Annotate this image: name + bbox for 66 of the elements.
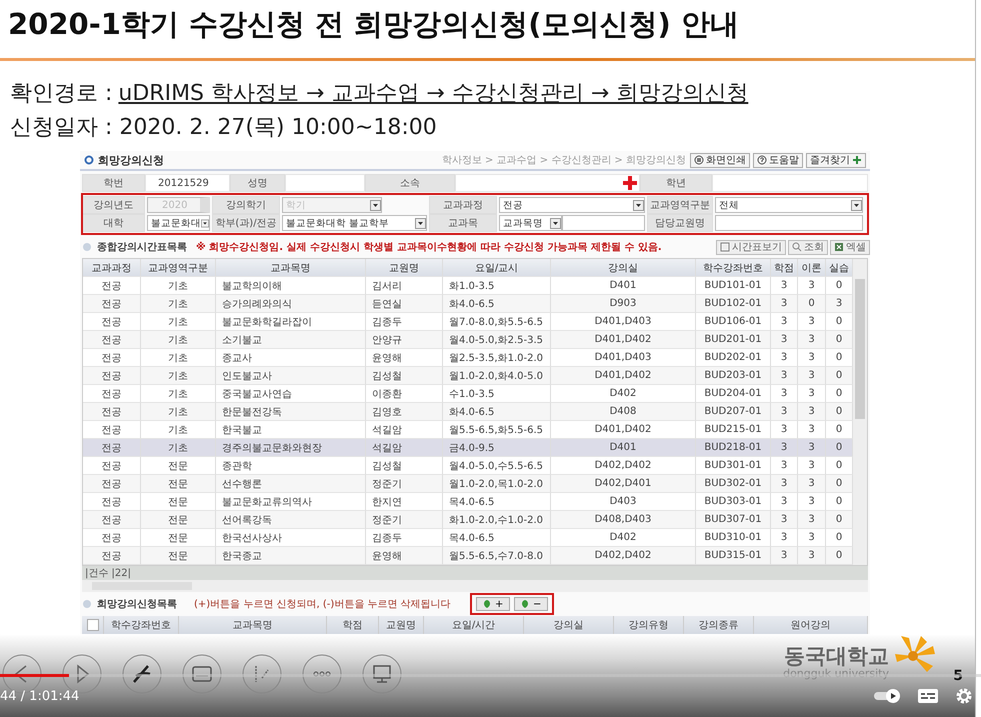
selected-row[interactable]: 전공 기초 경주의불교문화와현장 석길암 금4.0-9.5 D401 BUD218-01 3 3 0 bbox=[83, 439, 853, 457]
toolbar-button[interactable]: 화면인쇄 bbox=[690, 152, 750, 168]
table-row[interactable]: 전공 전문 선어록강독 정준기 화1.0-2.0,수1.0-2.0 D408,D403 BUD307-01 3 3 0 bbox=[83, 511, 853, 529]
table-cell: 월5.5-6.5,수7.0-8.0 bbox=[443, 547, 551, 565]
table-row[interactable]: 전공 기초 한국불교 석길암 월5.5-6.5,화5.5-6.5 D401,D402 BUD215-01 3 3 0 bbox=[83, 421, 853, 439]
table-row[interactable]: 전공 기초 인도불교사 김성철 월1.0-2.0,화4.0-5.0 D401,D402 BUD203-01 3 3 0 bbox=[83, 367, 853, 385]
table-cell: 한국종교 bbox=[216, 547, 366, 565]
filter-label: 강의년도 bbox=[82, 196, 145, 214]
table-row[interactable]: 전공 전문 선수행론 정준기 월1.0-2.0,목1.0-2.0 D402,D401 BUD302-01 3 3 0 bbox=[83, 475, 853, 493]
filter-label: 대학 bbox=[82, 214, 145, 232]
table-row[interactable]: 전공 전문 한국선사상사 김종두 목4.0-6.5 D402 BUD310-01 3 3 0 bbox=[83, 529, 853, 547]
menu-path: uDRIMS 학사정보 → 교과수업 → 수강신청관리 → 희망강의신청 bbox=[118, 81, 748, 106]
filter-label: 교과과정 bbox=[429, 196, 497, 214]
filter-label: 담당교원명 bbox=[647, 214, 713, 232]
date-text: 신청일자 : 2020. 2. 27(목) 10:00~18:00 bbox=[9, 114, 438, 142]
dropdown[interactable]: 전공 bbox=[499, 197, 645, 213]
dropdown[interactable]: 전체 bbox=[715, 197, 863, 213]
path-label: 확인경로 : bbox=[10, 81, 112, 106]
page-title: 희망강의신청 bbox=[98, 152, 164, 168]
table-row[interactable]: 전공 기초 불교학의이해 김서리 화1.0-3.5 D401 BUD101-01 3 3 0 bbox=[83, 277, 853, 295]
table-cell: 3 bbox=[798, 547, 826, 565]
table-cell: 전문 bbox=[141, 547, 216, 565]
field-label: 학년 bbox=[640, 174, 712, 192]
field-value: 20121529 bbox=[145, 174, 230, 192]
breadcrumb: 학사정보 > 교과수업 > 수강신청관리 > 희망강의신청 bbox=[442, 154, 686, 167]
table-row[interactable]: 전공 기초 한문불전강독 김영호 화4.0-6.5 D408 BUD207-01 3 3 0 bbox=[83, 403, 853, 421]
filter-label: 교과영역구분 bbox=[647, 196, 713, 214]
notice-text: ※ 희망수강신청임. 실제 수강신청시 학생별 교과목이수현황에 따라 수강신청 가능과목 제한될 수 있음. bbox=[196, 240, 662, 254]
field-label: 소속 bbox=[365, 174, 455, 192]
university-subtitle: dongguk university bbox=[783, 668, 889, 680]
hint-text: (+)버튼을 누르면 신청되며, (-)버튼을 누르면 삭제됩니다 bbox=[194, 598, 451, 611]
section-title: 종합강의시간표목록 bbox=[97, 241, 187, 254]
slide-title: 2020-1학기 수강신청 전 희망강의신청(모의신청) 안내 bbox=[7, 6, 740, 42]
table-row[interactable]: 전공 기초 종교사 윤영해 월2.5-3.5,화1.0-2.0 D401,D403 BUD202-01 3 3 0 bbox=[83, 349, 853, 367]
table-cell: 3 bbox=[771, 547, 798, 565]
table-row[interactable]: 전공 전문 종관학 김성철 월4.0-5.0,수5.5-6.5 D402,D402 BUD301-01 3 3 0 bbox=[83, 457, 853, 475]
table-row[interactable]: 전공 전문 불교문화교류의역사 한지연 목4.0-6.5 D403 BUD303-01 3 3 0 bbox=[83, 493, 853, 511]
table-row[interactable]: 전공 기초 중국불교사연습 이종환 수1.0-3.5 D402 BUD204-01 3 3 0 bbox=[83, 385, 853, 403]
table-cell: BUD315-01 bbox=[696, 547, 771, 565]
time-display: 44 / 1:01:44 bbox=[0, 688, 80, 704]
table-cell: 윤영해 bbox=[366, 547, 443, 565]
table-row[interactable]: 전공 전문 한국종교 윤영해 월5.5-6.5,수7.0-8.0 D402,D402 BUD315-01 3 3 0 bbox=[83, 547, 853, 565]
field-label: 성명 bbox=[230, 174, 285, 192]
filter-label: 교과목 bbox=[429, 214, 497, 232]
dropdown[interactable]: 불교문화대학 불교학부 bbox=[282, 215, 427, 231]
table-cell: D402,D402 bbox=[551, 547, 696, 565]
university-name: 동국대학교 bbox=[784, 644, 889, 668]
list-button[interactable]: 조회 bbox=[788, 240, 828, 254]
list-button[interactable]: 시간표보기 bbox=[716, 240, 786, 254]
list-button[interactable]: + bbox=[476, 597, 510, 611]
table-row[interactable]: 전공 기초 승가의례와의식 듣연실 화4.0-6.5 D903 BUD102-01 3 0 3 bbox=[83, 295, 853, 313]
table-row[interactable]: 전공 기초 소기불교 안양규 월4.0-5.0,화2.5-3.5 D401,D402 BUD201-01 3 3 0 bbox=[83, 331, 853, 349]
field-label: 학번 bbox=[82, 174, 145, 192]
table-row[interactable]: 전공 기초 불교문화학길라잡이 김종두 월7.0-8.0,화5.5-6.5 D401,D403 BUD106-01 3 3 0 bbox=[83, 313, 853, 331]
dropdown[interactable]: 불교문화대 bbox=[147, 215, 210, 231]
filter-label: 강의학기 bbox=[212, 196, 280, 214]
list-button[interactable]: 엑셀 bbox=[830, 240, 870, 254]
list-button[interactable]: − bbox=[514, 597, 548, 611]
filter-label: 학부(과)/전공 bbox=[212, 214, 280, 232]
table-cell: 전공 bbox=[83, 547, 141, 565]
toolbar-button[interactable]: 도움말 bbox=[753, 152, 803, 168]
toolbar-button[interactable]: 즐겨찾기 bbox=[806, 152, 866, 168]
row-count: |건수 |22| bbox=[85, 567, 132, 580]
dropdown[interactable]: 교과목명 bbox=[499, 215, 562, 231]
section-title: 희망강의신청목록 bbox=[97, 598, 177, 611]
slide-number: 5 bbox=[953, 668, 963, 684]
